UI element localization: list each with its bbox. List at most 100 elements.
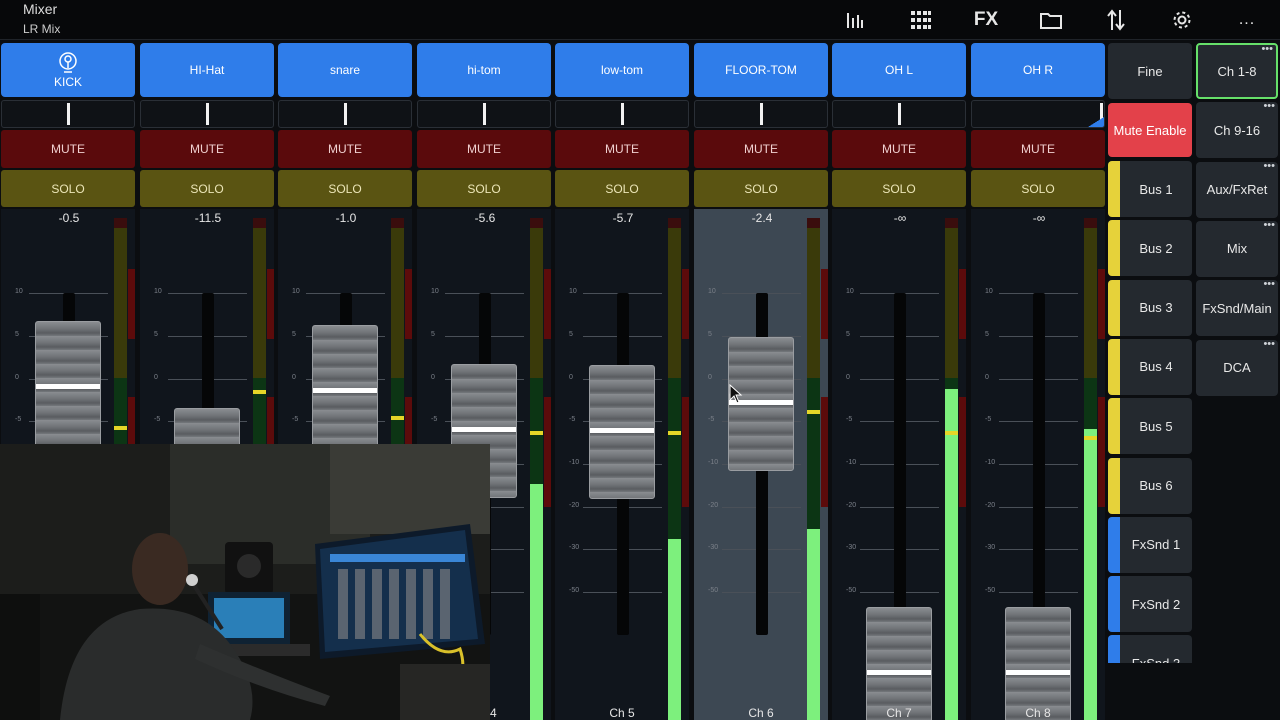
mute-button[interactable]: MUTE bbox=[832, 130, 966, 168]
scale-label: 5 bbox=[708, 331, 712, 338]
mute-enable-button[interactable]: Mute Enable bbox=[1108, 103, 1192, 157]
scale-label: 10 bbox=[708, 288, 716, 295]
scale-label: -10 bbox=[708, 459, 719, 466]
solo-button[interactable]: SOLO bbox=[1, 170, 135, 207]
channel-name-button[interactable]: hi-tom bbox=[417, 43, 551, 97]
bus-label: FxSnd 1 bbox=[1131, 537, 1181, 553]
channel-name-button[interactable]: OH L bbox=[832, 43, 966, 97]
scale-label: 10 bbox=[569, 288, 577, 295]
mute-button[interactable]: MUTE bbox=[555, 130, 689, 168]
meter-peak bbox=[668, 431, 681, 435]
scale-label: 0 bbox=[569, 374, 573, 381]
meter-side-red bbox=[544, 269, 551, 339]
fine-button[interactable]: Fine bbox=[1108, 43, 1192, 99]
meter-fill bbox=[945, 389, 958, 720]
scale-label: 10 bbox=[154, 288, 162, 295]
meter-side-red bbox=[821, 397, 828, 507]
bus-button[interactable]: Bus 5 bbox=[1108, 398, 1192, 455]
solo-button[interactable]: SOLO bbox=[971, 170, 1105, 207]
pan-control[interactable] bbox=[971, 100, 1105, 128]
bus-label: Bus 4 bbox=[1139, 359, 1173, 375]
routing-icon[interactable] bbox=[1099, 5, 1133, 35]
bus-button[interactable]: FxSnd 3 bbox=[1108, 635, 1192, 663]
more-icon[interactable]: ... bbox=[1230, 5, 1264, 35]
bus-button[interactable]: Bus 4 bbox=[1108, 338, 1192, 395]
pan-control[interactable] bbox=[1, 100, 135, 128]
bank-button[interactable]: FxSnd/Main ••• bbox=[1196, 278, 1278, 337]
scale-label: -20 bbox=[985, 502, 996, 509]
solo-button[interactable]: SOLO bbox=[278, 170, 412, 207]
channel-name-button[interactable]: OH R bbox=[971, 43, 1105, 97]
bus-button[interactable]: Bus 1 bbox=[1108, 161, 1192, 217]
mute-button[interactable]: MUTE bbox=[1, 130, 135, 168]
pan-control[interactable] bbox=[417, 100, 551, 128]
scale-label: 5 bbox=[292, 331, 296, 338]
channel-name-button[interactable]: KICK bbox=[1, 43, 135, 97]
solo-button[interactable]: SOLO bbox=[555, 170, 689, 207]
folder-icon[interactable] bbox=[1034, 5, 1068, 35]
scale-label: -20 bbox=[846, 502, 857, 509]
scale-label: -5 bbox=[292, 416, 299, 423]
bank-label: Aux/FxRet bbox=[1206, 182, 1268, 198]
gear-icon[interactable] bbox=[1165, 5, 1199, 35]
pan-control[interactable] bbox=[555, 100, 689, 128]
pan-control[interactable] bbox=[278, 100, 412, 128]
fader-area: -5.7 10 5 0 -5 -10 -20 -30 -50 bbox=[555, 209, 689, 720]
fx-button[interactable]: FX bbox=[969, 5, 1003, 35]
scale-label: 0 bbox=[985, 374, 989, 381]
solo-button[interactable]: SOLO bbox=[417, 170, 551, 207]
channel-number-label: Ch 5 bbox=[609, 706, 635, 720]
bus-button[interactable]: Bus 3 bbox=[1108, 279, 1192, 336]
bank-label: DCA bbox=[1223, 360, 1251, 375]
channel-name-button[interactable]: low-tom bbox=[555, 43, 689, 97]
bank-button[interactable]: Ch 1-8 ••• bbox=[1196, 43, 1278, 99]
scale-label: 5 bbox=[569, 331, 573, 338]
grid-icon[interactable] bbox=[904, 5, 938, 35]
mute-button[interactable]: MUTE bbox=[417, 130, 551, 168]
pan-control[interactable] bbox=[140, 100, 274, 128]
bank-button[interactable]: Mix ••• bbox=[1196, 219, 1278, 277]
bank-button[interactable]: Aux/FxRet ••• bbox=[1196, 160, 1278, 218]
fader-line bbox=[590, 428, 654, 433]
fader-track bbox=[894, 293, 906, 635]
bus-button[interactable]: Bus 6 bbox=[1108, 457, 1192, 514]
fader-knob[interactable] bbox=[728, 337, 794, 471]
meters-icon[interactable] bbox=[838, 5, 872, 35]
solo-button[interactable]: SOLO bbox=[832, 170, 966, 207]
bank-button[interactable]: Ch 9-16 ••• bbox=[1196, 100, 1278, 159]
top-bar: Mixer LR Mix FX ... bbox=[0, 0, 1280, 40]
fader-line bbox=[1006, 670, 1070, 675]
channel-name-button[interactable]: HI-Hat bbox=[140, 43, 274, 97]
channel-name-button[interactable]: FLOOR-TOM bbox=[694, 43, 828, 97]
fader-knob[interactable] bbox=[35, 321, 101, 455]
mute-button[interactable]: MUTE bbox=[694, 130, 828, 168]
fader-knob[interactable] bbox=[1005, 607, 1071, 720]
channel-number-label: Ch 6 bbox=[748, 706, 774, 720]
mix-selector[interactable]: LR Mix bbox=[23, 22, 60, 36]
bank-button[interactable]: DCA ••• bbox=[1196, 338, 1278, 396]
bus-button[interactable]: Bus 2 bbox=[1108, 220, 1192, 277]
bus-button[interactable]: FxSnd 2 bbox=[1108, 576, 1192, 633]
fader-knob[interactable] bbox=[866, 607, 932, 720]
bank-label: FxSnd/Main bbox=[1202, 300, 1272, 316]
pan-control[interactable] bbox=[694, 100, 828, 128]
fader-knob[interactable] bbox=[312, 325, 378, 459]
mute-button[interactable]: MUTE bbox=[140, 130, 274, 168]
meter-side-red bbox=[544, 397, 551, 507]
channel-name-button[interactable]: snare bbox=[278, 43, 412, 97]
mute-button[interactable]: MUTE bbox=[278, 130, 412, 168]
bank-options-icon: ••• bbox=[1263, 278, 1275, 291]
scale-label: 10 bbox=[292, 288, 300, 295]
mute-button[interactable]: MUTE bbox=[971, 130, 1105, 168]
bus-label: Bus 5 bbox=[1139, 418, 1173, 434]
scale-label: -20 bbox=[569, 502, 580, 509]
bus-button[interactable]: FxSnd 1 bbox=[1108, 516, 1192, 573]
solo-button[interactable]: SOLO bbox=[694, 170, 828, 207]
fader-track bbox=[1033, 293, 1045, 635]
pan-control[interactable] bbox=[832, 100, 966, 128]
solo-button[interactable]: SOLO bbox=[140, 170, 274, 207]
bus-label: FxSnd 2 bbox=[1131, 596, 1181, 612]
bank-options-icon: ••• bbox=[1263, 100, 1275, 113]
channel-name: low-tom bbox=[600, 63, 643, 77]
fader-knob[interactable] bbox=[589, 365, 655, 499]
